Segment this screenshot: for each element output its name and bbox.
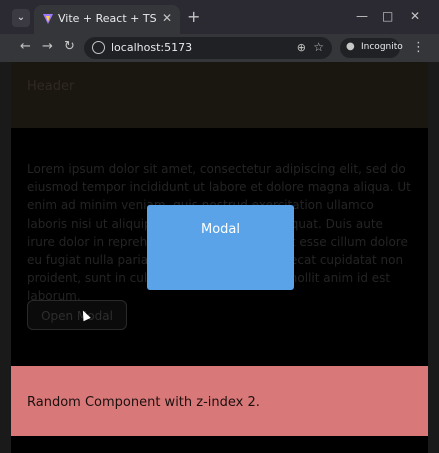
plus-icon[interactable]: + xyxy=(187,9,200,25)
tab-title: Vite + React + TS xyxy=(58,12,157,25)
chevron-down-icon[interactable]: ⌄ xyxy=(12,9,30,27)
incognito-label: Incognito xyxy=(361,42,403,52)
minimize-icon[interactable]: — xyxy=(356,9,368,23)
header-text: Header xyxy=(27,79,75,94)
close-icon[interactable]: ✕ xyxy=(162,11,172,25)
page-viewport: Header Lorem ipsum dolor sit amet, conse… xyxy=(11,62,428,453)
kebab-icon[interactable]: ⋮ xyxy=(412,40,425,55)
incognito-indicator[interactable]: ● Incognito xyxy=(340,38,403,58)
zoom-icon[interactable]: ⊕ xyxy=(297,41,306,54)
arrow-left-icon[interactable]: ← xyxy=(20,40,31,54)
page-header: Header xyxy=(11,62,428,128)
modal-title: Modal xyxy=(201,222,240,237)
maximize-icon[interactable]: □ xyxy=(382,9,393,23)
random-component: Random Component with z-index 2. xyxy=(11,366,428,436)
star-icon[interactable]: ☆ xyxy=(313,40,324,54)
reload-icon[interactable]: ↻ xyxy=(64,40,75,54)
browser-chrome: ⌄ Vite + React + TS ✕ + — □ ✕ ← → ↻ loca… xyxy=(0,0,439,62)
vite-logo-icon xyxy=(43,14,53,24)
tab-strip: ⌄ Vite + React + TS ✕ + — □ ✕ xyxy=(0,0,439,34)
address-bar[interactable]: localhost:5173 ⊕ ☆ xyxy=(84,37,332,59)
browser-tab[interactable]: Vite + React + TS ✕ xyxy=(34,5,180,34)
incognito-icon: ● xyxy=(346,41,355,52)
open-modal-button[interactable]: Open Modal xyxy=(27,300,127,330)
arrow-right-icon[interactable]: → xyxy=(42,40,53,54)
browser-toolbar: ← → ↻ localhost:5173 ⊕ ☆ ● Incognito ⋮ xyxy=(0,34,439,62)
modal-dialog[interactable]: Modal xyxy=(147,205,294,290)
close-window-icon[interactable]: ✕ xyxy=(410,9,420,23)
open-modal-button-label: Open Modal xyxy=(41,309,113,323)
url-text[interactable]: localhost:5173 xyxy=(111,41,192,54)
random-component-text: Random Component with z-index 2. xyxy=(27,395,260,410)
site-info-icon[interactable] xyxy=(92,41,105,54)
